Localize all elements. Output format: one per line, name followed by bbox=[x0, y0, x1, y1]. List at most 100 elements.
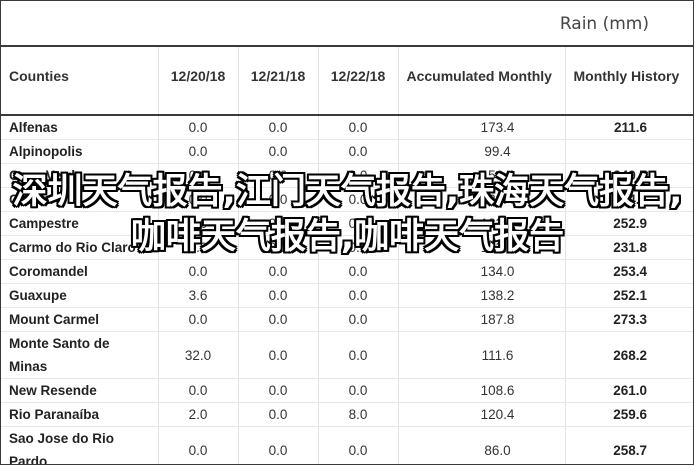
rain-value-date-3: 0.0 bbox=[318, 139, 399, 164]
county-name: Mount Carmel bbox=[1, 307, 159, 332]
accumulated-value: 99.4 bbox=[398, 139, 566, 164]
rain-value-date-2: 0.0 bbox=[238, 283, 319, 308]
accumulated-value: 138.2 bbox=[398, 283, 566, 308]
table-row: Cacoal 0.0 0.0 0.0 133.4 264.3 bbox=[1, 187, 693, 212]
column-header-accumulated[interactable]: Accumulated Monthly bbox=[398, 47, 566, 116]
column-header-counties[interactable]: Counties bbox=[1, 47, 159, 116]
history-value: 252.1 bbox=[565, 283, 693, 308]
accumulated-value: 133.6 bbox=[398, 235, 566, 260]
accumulated-value: 108.6 bbox=[398, 378, 566, 403]
rain-value-date-2: 0.0 bbox=[238, 259, 319, 284]
accumulated-value: 120.4 bbox=[398, 402, 566, 427]
county-name: Carmo do Rio Claro bbox=[1, 235, 159, 260]
rain-value-date-2: 0.0 bbox=[238, 163, 319, 188]
county-name: Alfenas bbox=[1, 115, 159, 140]
rain-value-date-1: 3.6 bbox=[158, 283, 239, 308]
table-row: Alfenas 0.0 0.0 0.0 173.4 211.6 bbox=[1, 115, 693, 140]
table-body: Alfenas 0.0 0.0 0.0 173.4 211.6 Alpinopolis 0.0… bbox=[1, 115, 693, 464]
history-value: 253.4 bbox=[565, 259, 693, 284]
accumulated-value: 187.8 bbox=[398, 307, 566, 332]
county-name: Coromandel bbox=[1, 259, 159, 284]
column-header-date-3[interactable]: 12/22/18 bbox=[318, 47, 399, 116]
column-header-history[interactable]: Monthly History bbox=[565, 47, 693, 116]
rain-value-date-1: 0.0 bbox=[158, 259, 239, 284]
rain-value-date-1: 0.0 bbox=[158, 426, 239, 464]
rain-value-date-2: 0.0 bbox=[238, 426, 319, 464]
accumulated-value: 156.4 bbox=[398, 163, 566, 188]
county-name: Monte Santo de Minas bbox=[1, 331, 159, 379]
table-row: Sao Jose do Rio Pardo 0.0 0.0 0.0 86.0 258.7 bbox=[1, 426, 693, 464]
rain-value-date-1: 32.0 bbox=[158, 331, 239, 379]
county-name: Campestre bbox=[1, 211, 159, 236]
rain-value-date-2: 0.0 bbox=[238, 187, 319, 212]
rain-value-date-3: 0.0 bbox=[318, 235, 399, 260]
rain-value-date-3: 0.0 bbox=[318, 331, 399, 379]
history-value: 261.0 bbox=[565, 378, 693, 403]
rain-value-date-2: 0.0 bbox=[238, 139, 319, 164]
table-row: Rio Paranaíba 2.0 0.0 8.0 120.4 259.6 bbox=[1, 402, 693, 427]
history-value: 211.6 bbox=[565, 115, 693, 140]
rain-value-date-3: 0.0 bbox=[318, 163, 399, 188]
history-value: 231.8 bbox=[565, 235, 693, 260]
accumulated-value: 86.0 bbox=[398, 426, 566, 464]
table-row: Carmo do Rio Claro 0.0 0.0 0.0 133.6 231.8 bbox=[1, 235, 693, 260]
rain-value-date-2: 0.0 bbox=[238, 211, 319, 236]
table-row: Mount Carmel 0.0 0.0 0.0 187.8 273.3 bbox=[1, 307, 693, 332]
history-value: 259.6 bbox=[565, 402, 693, 427]
rain-value-date-2: 0.0 bbox=[238, 402, 319, 427]
table-header-row: Counties 12/20/18 12/21/18 12/22/18 Accu… bbox=[1, 47, 693, 116]
table-row: Coromandel 0.0 0.0 0.0 134.0 253.4 bbox=[1, 259, 693, 284]
accumulated-value: 111.6 bbox=[398, 331, 566, 379]
county-name: Sao Jose do Rio Pardo bbox=[1, 426, 159, 464]
rain-value-date-2: 0.0 bbox=[238, 378, 319, 403]
rain-value-date-1: 0.0 bbox=[158, 139, 239, 164]
history-value: 264.3 bbox=[565, 187, 693, 212]
rain-table: Counties 12/20/18 12/21/18 12/22/18 Accu… bbox=[1, 47, 693, 464]
rain-value-date-1: 0.0 bbox=[158, 235, 239, 260]
column-header-date-2[interactable]: 12/21/18 bbox=[238, 47, 319, 116]
rain-value-date-3: 0.0 bbox=[318, 426, 399, 464]
history-value: 249.7 bbox=[565, 163, 693, 188]
rain-value-date-3: 0.0 bbox=[318, 187, 399, 212]
rain-value-date-3: 0.0 bbox=[318, 115, 399, 140]
rain-value-date-2: 0.0 bbox=[238, 235, 319, 260]
table-row: Campestre 0.0 0.0 0.0 133.5 252.9 bbox=[1, 211, 693, 236]
county-name: Alpinopolis bbox=[1, 139, 159, 164]
rain-value-date-2: 0.0 bbox=[238, 307, 319, 332]
rain-table-frame: Rain (mm) Counties 12/20/18 12/21/18 12/… bbox=[0, 0, 694, 465]
history-value: 258.7 bbox=[565, 426, 693, 464]
rain-value-date-3: 0.0 bbox=[318, 307, 399, 332]
rain-value-date-3: 8.0 bbox=[318, 402, 399, 427]
county-name: Guaxupe bbox=[1, 283, 159, 308]
history-value: 273.3 bbox=[565, 307, 693, 332]
rain-value-date-1: 0.0 bbox=[158, 211, 239, 236]
rain-value-date-3: 0.0 bbox=[318, 259, 399, 284]
county-name: Cape Verde bbox=[1, 163, 159, 188]
rain-value-date-1: 0.0 bbox=[158, 307, 239, 332]
table-row: Cape Verde 0.0 0.0 0.0 156.4 249.7 bbox=[1, 163, 693, 188]
unit-label: Rain (mm) bbox=[559, 14, 649, 34]
accumulated-value: 133.4 bbox=[398, 187, 566, 212]
table-row: Monte Santo de Minas 32.0 0.0 0.0 111.6 268.2 bbox=[1, 331, 693, 379]
rain-value-date-1: 0.0 bbox=[158, 378, 239, 403]
table-row: Alpinopolis 0.0 0.0 0.0 99.4 bbox=[1, 139, 693, 164]
accumulated-value: 133.5 bbox=[398, 211, 566, 236]
history-value bbox=[565, 139, 693, 164]
county-name: New Resende bbox=[1, 378, 159, 403]
table-row: New Resende 0.0 0.0 0.0 108.6 261.0 bbox=[1, 378, 693, 403]
county-name: Cacoal bbox=[1, 187, 159, 212]
rain-value-date-3: 0.0 bbox=[318, 378, 399, 403]
table-row: Guaxupe 3.6 0.0 0.0 138.2 252.1 bbox=[1, 283, 693, 308]
rain-value-date-2: 0.0 bbox=[238, 115, 319, 140]
rain-value-date-3: 0.0 bbox=[318, 283, 399, 308]
rain-value-date-1: 0.0 bbox=[158, 163, 239, 188]
history-value: 268.2 bbox=[565, 331, 693, 379]
county-name: Rio Paranaíba bbox=[1, 402, 159, 427]
rain-value-date-2: 0.0 bbox=[238, 331, 319, 379]
rain-value-date-1: 2.0 bbox=[158, 402, 239, 427]
column-header-date-1[interactable]: 12/20/18 bbox=[158, 47, 239, 116]
history-value: 252.9 bbox=[565, 211, 693, 236]
rain-value-date-1: 0.0 bbox=[158, 187, 239, 212]
rain-value-date-3: 0.0 bbox=[318, 211, 399, 236]
rain-value-date-1: 0.0 bbox=[158, 115, 239, 140]
